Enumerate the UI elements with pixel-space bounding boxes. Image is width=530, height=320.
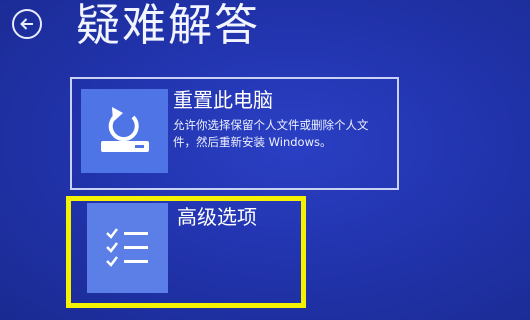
reset-pc-icon bbox=[81, 89, 168, 173]
reset-pc-description: 允许你选择保留个人文件或删除个人文件，然后重新安装 Windows。 bbox=[173, 118, 369, 149]
page-title: 疑难解答 bbox=[76, 0, 260, 51]
advanced-options-title: 高级选项 bbox=[177, 205, 257, 229]
checklist-icon bbox=[87, 203, 168, 293]
back-button[interactable] bbox=[12, 9, 42, 39]
back-arrow-icon bbox=[19, 16, 35, 32]
reset-pc-option[interactable]: 重置此电脑 允许你选择保留个人文件或删除个人文件，然后重新安装 Windows。 bbox=[70, 77, 399, 190]
reset-pc-title: 重置此电脑 bbox=[173, 88, 273, 112]
advanced-options-option[interactable]: 高级选项 bbox=[66, 196, 306, 308]
